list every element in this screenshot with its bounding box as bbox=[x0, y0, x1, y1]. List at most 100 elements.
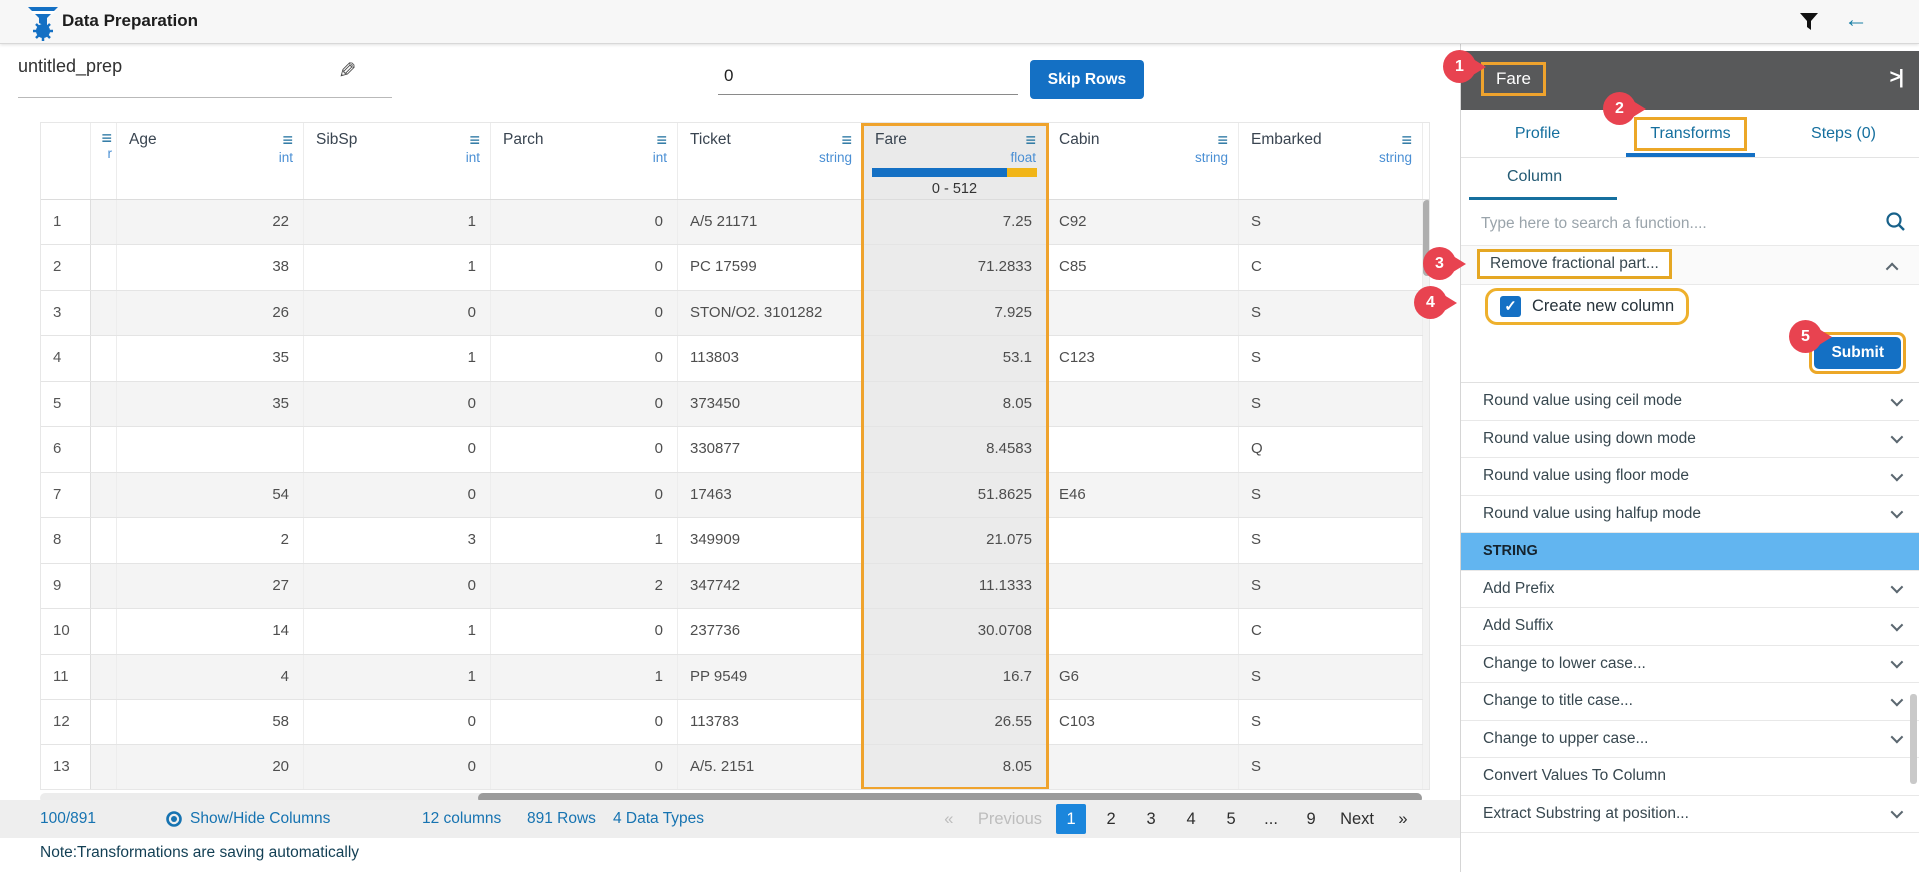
column-header-SibSp[interactable]: SibSp ≡ int bbox=[304, 123, 491, 199]
column-header-Age[interactable]: Age≡int bbox=[117, 123, 304, 199]
column-header-Fare[interactable]: Fare≡float0 - 512 bbox=[863, 123, 1047, 199]
filter-icon[interactable] bbox=[1798, 11, 1820, 38]
page-3[interactable]: 3 bbox=[1136, 804, 1166, 834]
table-row: 535003734508.05S bbox=[41, 382, 1429, 427]
transform-item[interactable]: Round value using floor mode bbox=[1461, 458, 1919, 496]
chevron-down-icon[interactable] bbox=[1891, 806, 1904, 819]
cell-partial bbox=[91, 745, 117, 789]
column-transform-panel: Fare >| Profile Transforms Steps (0) Col… bbox=[1460, 44, 1919, 872]
table-row: 11411PP 954916.7G6S bbox=[41, 655, 1429, 700]
column-menu-icon[interactable]: ≡ bbox=[469, 133, 480, 147]
skip-rows-button[interactable]: Skip Rows bbox=[1030, 60, 1144, 99]
chevron-down-icon[interactable] bbox=[1891, 656, 1904, 669]
create-new-column-checkbox[interactable]: ✓ bbox=[1500, 296, 1521, 317]
skip-rows-input[interactable] bbox=[718, 57, 1018, 95]
cell-SibSp: 3 bbox=[304, 518, 491, 562]
column-title: Cabin bbox=[1059, 131, 1100, 149]
transform-item[interactable]: Add Prefix bbox=[1461, 571, 1919, 609]
row-number: 9 bbox=[41, 564, 91, 608]
chevron-down-icon[interactable] bbox=[1891, 468, 1904, 481]
cell-Fare: 8.4583 bbox=[863, 427, 1047, 471]
previous-button[interactable]: Previous bbox=[974, 804, 1046, 834]
page-5[interactable]: 5 bbox=[1216, 804, 1246, 834]
column-type: string bbox=[1239, 150, 1422, 165]
row-number: 10 bbox=[41, 609, 91, 653]
page-2[interactable]: 2 bbox=[1096, 804, 1126, 834]
column-header-Cabin[interactable]: Cabin≡string bbox=[1047, 123, 1239, 199]
cell-Parch: 0 bbox=[491, 609, 678, 653]
column-title: SibSp bbox=[316, 131, 357, 149]
previous-arrow[interactable]: « bbox=[934, 804, 964, 834]
transform-item[interactable]: Change to upper case... bbox=[1461, 721, 1919, 759]
column-type: int bbox=[304, 150, 490, 165]
transform-item[interactable]: Change to lower case... bbox=[1461, 646, 1919, 684]
back-arrow-icon[interactable]: ← bbox=[1844, 6, 1868, 34]
cell-Parch: 2 bbox=[491, 564, 678, 608]
transform-item[interactable]: Extract Substring at position... bbox=[1461, 796, 1919, 834]
tab-steps[interactable]: Steps (0) bbox=[1767, 110, 1919, 157]
column-menu-icon[interactable]: ≡ bbox=[656, 133, 667, 147]
transform-item[interactable]: Convert Values To Column bbox=[1461, 758, 1919, 796]
chevron-down-icon[interactable] bbox=[1891, 693, 1904, 706]
column-header-Parch[interactable]: Parch≡int bbox=[491, 123, 678, 199]
cell-Ticket: PP 9549 bbox=[678, 655, 863, 699]
cell-Parch: 0 bbox=[491, 473, 678, 517]
column-header-Ticket[interactable]: Ticket≡string bbox=[678, 123, 863, 199]
next-arrow[interactable]: » bbox=[1388, 804, 1418, 834]
selected-column-title: Fare bbox=[1481, 62, 1546, 96]
page-1[interactable]: 1 bbox=[1056, 804, 1086, 834]
cell-Ticket: 373450 bbox=[678, 382, 863, 426]
data-types-count: 4 Data Types bbox=[613, 800, 704, 838]
column-menu-icon[interactable]: ≡ bbox=[1401, 133, 1412, 147]
cell-Embarked: C bbox=[1239, 609, 1423, 653]
transform-item[interactable]: Round value using halfup mode bbox=[1461, 496, 1919, 534]
subtab-column[interactable]: Column bbox=[1507, 168, 1562, 186]
cell-Parch: 0 bbox=[491, 336, 678, 380]
prep-name-input[interactable] bbox=[18, 56, 328, 77]
cell-Embarked: S bbox=[1239, 336, 1423, 380]
column-header-partial[interactable]: ≡r bbox=[91, 123, 117, 199]
column-menu-icon[interactable]: ≡ bbox=[1217, 133, 1228, 147]
cell-Embarked: S bbox=[1239, 518, 1423, 562]
column-menu-icon[interactable]: ≡ bbox=[101, 131, 112, 145]
transform-item[interactable]: Round value using ceil mode bbox=[1461, 383, 1919, 421]
transform-item-remove-fractional[interactable]: Remove fractional part... bbox=[1461, 245, 1919, 285]
chevron-down-icon[interactable] bbox=[1891, 731, 1904, 744]
chevron-down-icon[interactable] bbox=[1891, 506, 1904, 519]
row-number: 6 bbox=[41, 427, 91, 471]
column-menu-icon[interactable]: ≡ bbox=[1025, 133, 1036, 147]
cell-Embarked: S bbox=[1239, 473, 1423, 517]
cell-Embarked: S bbox=[1239, 564, 1423, 608]
table-row: 32600STON/O2. 31012827.925S bbox=[41, 291, 1429, 336]
column-menu-icon[interactable]: ≡ bbox=[841, 133, 852, 147]
chevron-down-icon[interactable] bbox=[1891, 393, 1904, 406]
show-hide-columns-button[interactable]: Show/Hide Columns bbox=[165, 800, 330, 838]
next-button[interactable]: Next bbox=[1336, 804, 1378, 834]
transform-item[interactable]: Add Suffix bbox=[1461, 608, 1919, 646]
function-search-input[interactable] bbox=[1481, 208, 1871, 240]
chevron-down-icon[interactable] bbox=[1891, 618, 1904, 631]
page-4[interactable]: 4 bbox=[1176, 804, 1206, 834]
chevron-up-icon[interactable] bbox=[1886, 263, 1899, 276]
cell-Cabin bbox=[1047, 609, 1239, 653]
transform-item[interactable]: Round value using down mode bbox=[1461, 421, 1919, 459]
cell-Fare: 7.25 bbox=[863, 200, 1047, 244]
chevron-down-icon[interactable] bbox=[1891, 581, 1904, 594]
cell-SibSp: 0 bbox=[304, 427, 491, 471]
search-icon[interactable] bbox=[1885, 211, 1906, 237]
column-header-Embarked[interactable]: Embarked≡string bbox=[1239, 123, 1423, 199]
panel-scrollbar-thumb[interactable] bbox=[1910, 694, 1917, 784]
row-count-indicator: 100/891 bbox=[40, 800, 96, 838]
create-new-column-option[interactable]: ✓ Create new column bbox=[1485, 288, 1689, 325]
collapse-panel-icon[interactable]: >| bbox=[1890, 67, 1902, 89]
transform-item[interactable]: Change to title case... bbox=[1461, 683, 1919, 721]
column-menu-icon[interactable]: ≡ bbox=[282, 133, 293, 147]
edit-pencil-icon[interactable]: ✎ bbox=[338, 58, 356, 84]
chevron-down-icon[interactable] bbox=[1891, 431, 1904, 444]
fare-range: 0 - 512 bbox=[863, 181, 1046, 197]
tab-profile[interactable]: Profile bbox=[1461, 110, 1614, 157]
tab-transforms[interactable]: Transforms bbox=[1614, 110, 1767, 157]
page-9[interactable]: 9 bbox=[1296, 804, 1326, 834]
cell-partial bbox=[91, 518, 117, 562]
cell-Cabin: G6 bbox=[1047, 655, 1239, 699]
